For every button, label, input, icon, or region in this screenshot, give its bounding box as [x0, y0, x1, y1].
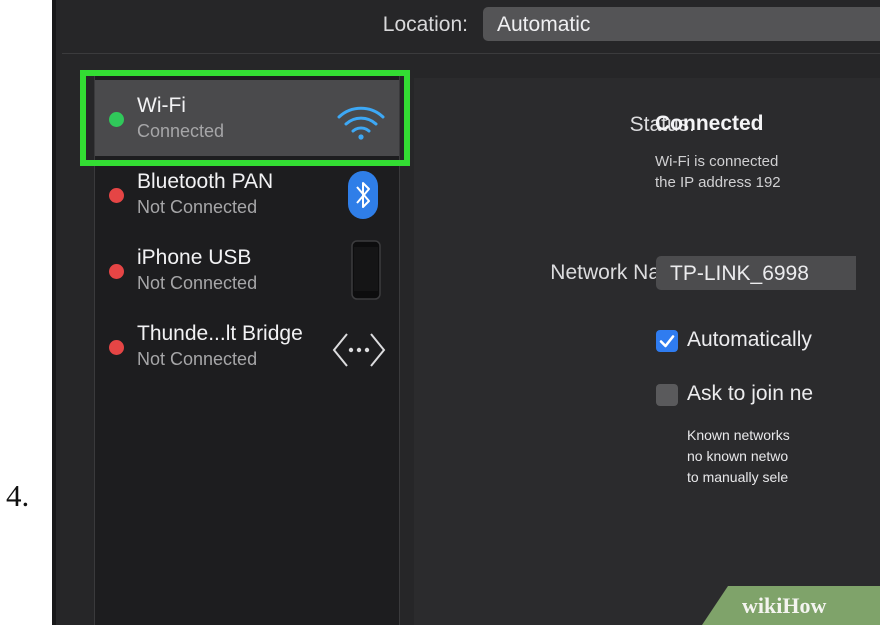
status-dot-red: [109, 264, 124, 279]
iphone-icon: [351, 240, 381, 305]
service-item-thunderbolt-bridge[interactable]: Thunde...lt Bridge Not Connected: [95, 308, 399, 384]
status-value: Connected: [655, 112, 764, 135]
info-line: to manually sele: [687, 469, 789, 485]
wikihow-watermark: wikiHow: [702, 586, 880, 625]
ask-join-label[interactable]: Ask to join ne: [687, 382, 813, 406]
location-label: Location:: [382, 13, 468, 36]
thunderbolt-bridge-icon: [331, 330, 387, 375]
location-dropdown[interactable]: Automatic: [483, 7, 880, 41]
service-status: Not Connected: [137, 197, 258, 217]
service-name: Bluetooth PAN: [137, 170, 274, 193]
ask-join-checkbox[interactable]: [656, 384, 678, 406]
service-status: Not Connected: [137, 273, 258, 293]
wifi-highlight-box: [80, 70, 410, 166]
step-number: 4.: [6, 478, 30, 513]
panel-edge: [52, 0, 56, 625]
status-dot-red: [109, 188, 124, 203]
checkmark-icon: [659, 335, 675, 348]
service-name: iPhone USB: [137, 246, 252, 269]
service-item-bluetooth-pan[interactable]: Bluetooth PAN Not Connected: [95, 156, 399, 232]
service-status: Not Connected: [137, 349, 258, 369]
status-dot-red: [109, 340, 124, 355]
status-desc-line: Wi-Fi is connected: [655, 153, 779, 170]
ask-join-info: Known networks no known netwo to manuall…: [687, 425, 790, 488]
auto-join-label[interactable]: Automatically: [687, 328, 812, 352]
watermark-how: How: [782, 593, 827, 618]
info-line: no known netwo: [687, 448, 789, 464]
bluetooth-icon: [347, 170, 379, 225]
auto-join-checkbox[interactable]: [656, 330, 678, 352]
status-desc-line: the IP address 192: [655, 174, 781, 191]
service-item-iphone-usb[interactable]: iPhone USB Not Connected: [95, 232, 399, 308]
info-line: Known networks: [687, 427, 790, 443]
service-name: Thunde...lt Bridge: [137, 322, 303, 345]
network-name-dropdown[interactable]: TP-LINK_6998: [656, 256, 856, 290]
header-divider: [62, 53, 880, 54]
network-name-value: TP-LINK_6998: [670, 262, 809, 285]
status-description: Wi-Fi is connected the IP address 192: [655, 151, 781, 193]
watermark-wiki: wiki: [742, 593, 783, 618]
location-value: Automatic: [497, 13, 591, 36]
